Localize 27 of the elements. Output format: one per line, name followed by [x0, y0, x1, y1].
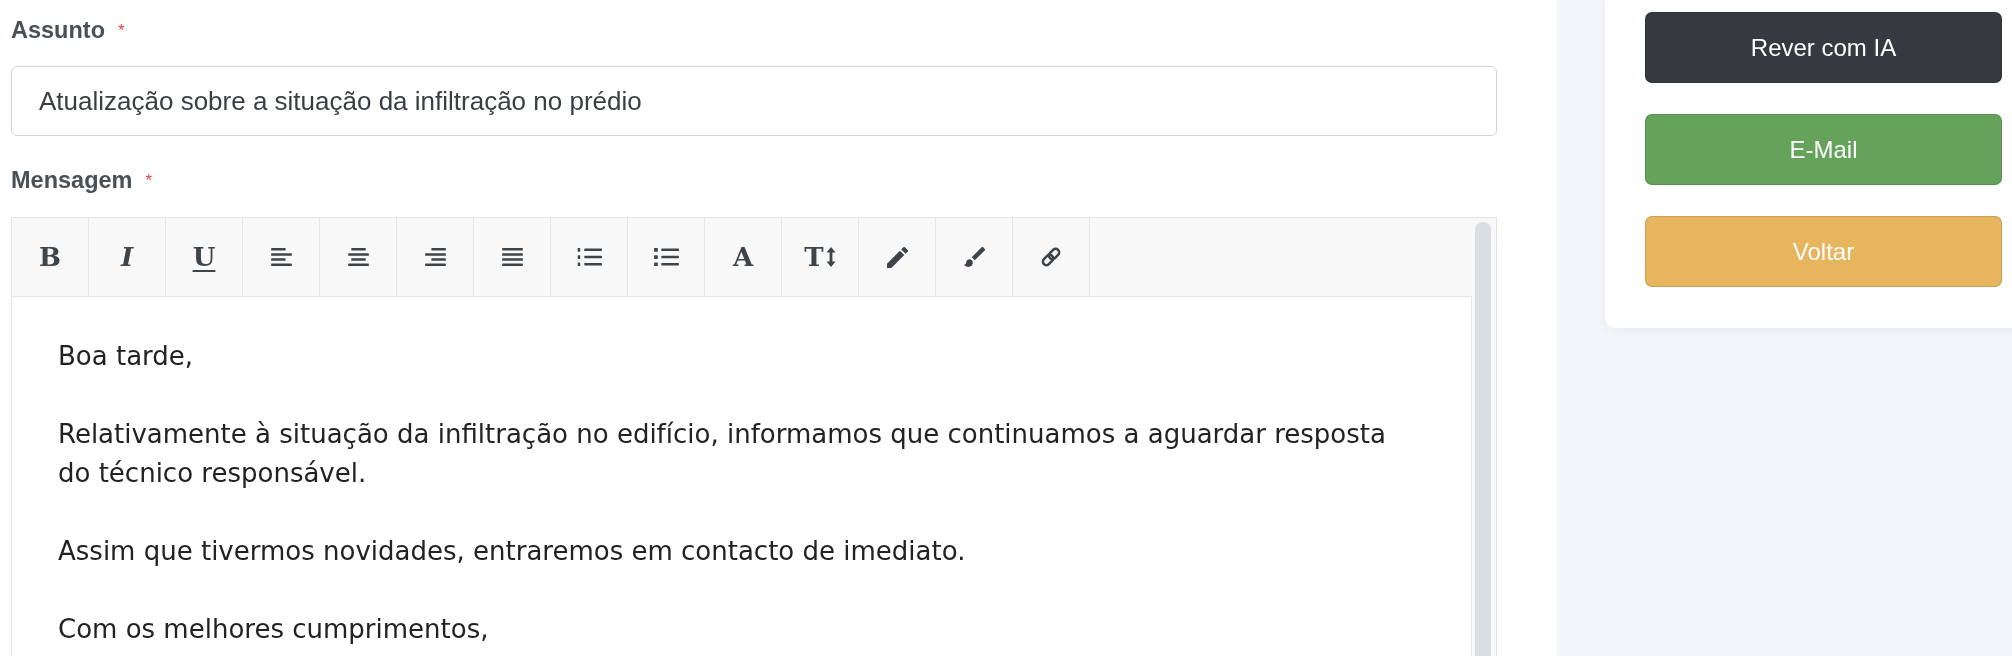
message-paragraph: Assim que tivermos novidades, entraremos em contacto de imediato.: [58, 535, 967, 568]
message-label: Mensagem: [11, 166, 133, 194]
paintbrush-icon: [963, 247, 985, 267]
scrollbar-thumb[interactable]: [1475, 222, 1491, 656]
pencil-icon: [886, 246, 908, 268]
align-center-icon: [347, 248, 369, 266]
underline-button[interactable]: U: [166, 218, 243, 296]
required-mark: *: [145, 171, 153, 191]
font-color-button[interactable]: A: [705, 218, 782, 296]
italic-button[interactable]: I: [89, 218, 166, 296]
review-button[interactable]: Rever com IA: [1645, 12, 2002, 83]
required-mark: *: [118, 21, 125, 41]
subject-input[interactable]: Atualização sobre a situação da infiltração no prédio: [11, 66, 1497, 136]
message-paragraph: Relativamente à situação da infiltração no edifício, informamos que continuamos a aguardar resposta do técnico responsável.: [58, 418, 1387, 490]
bulleted-list-icon: [653, 248, 679, 266]
align-left-icon: [270, 248, 292, 266]
subject-label: Assunto: [11, 16, 105, 44]
justify-icon: [501, 248, 523, 266]
message-paragraph: Com os melhores cumprimentos,: [58, 613, 490, 646]
message-text-area[interactable]: [12, 297, 1472, 656]
numbered-list-icon: [576, 248, 602, 266]
link-icon: [1040, 246, 1062, 268]
font-size-button[interactable]: T: [782, 218, 859, 296]
message-paragraph: Boa tarde,: [58, 340, 195, 373]
up-down-arrow-icon: [825, 246, 836, 268]
align-right-icon: [424, 248, 446, 266]
bold-button[interactable]: B: [12, 218, 89, 296]
